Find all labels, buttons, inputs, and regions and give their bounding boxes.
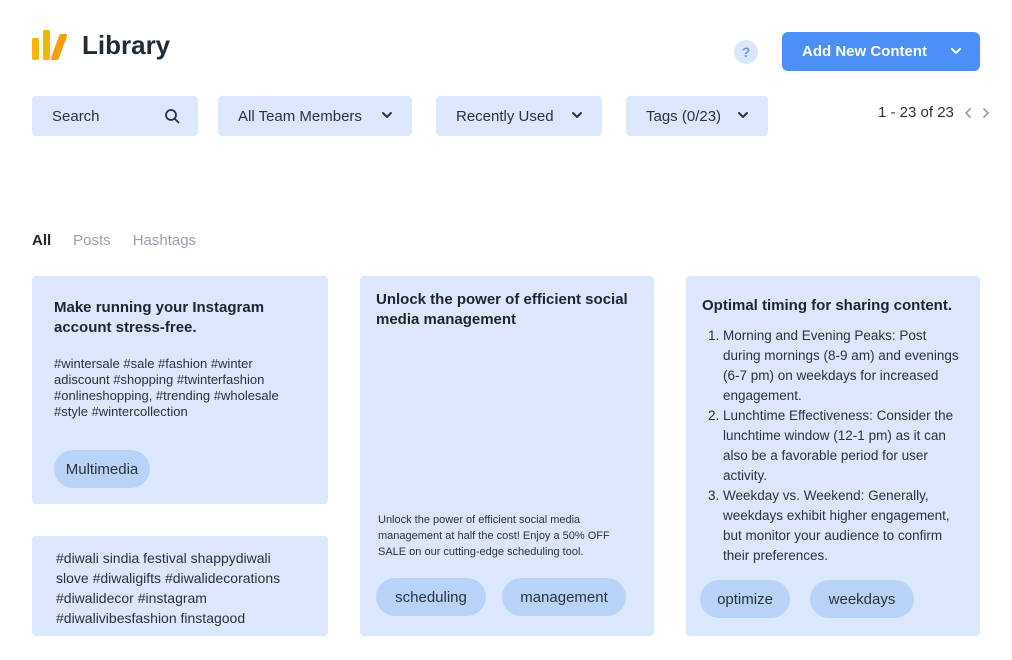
search-input[interactable]: Search: [32, 96, 198, 136]
list-item: Weekday vs. Weekend: Generally, weekdays…: [723, 486, 964, 566]
add-new-content-label: Add New Content: [802, 43, 927, 60]
list-item: Lunchtime Effectiveness: Consider the lu…: [723, 406, 964, 486]
add-new-content-button[interactable]: Add New Content: [782, 32, 980, 71]
library-logo-icon: [32, 30, 68, 60]
tags-dropdown[interactable]: Tags (0/23): [626, 96, 768, 136]
tag-pill[interactable]: weekdays: [810, 580, 914, 618]
tag-pill[interactable]: Multimedia: [54, 450, 150, 488]
timing-list: Morning and Evening Peaks: Post during m…: [702, 326, 964, 566]
content-card[interactable]: Make running your Instagram account stre…: [32, 276, 328, 504]
content-card[interactable]: Optimal timing for sharing content. Morn…: [686, 276, 980, 636]
sort-label: Recently Used: [456, 107, 554, 125]
card-title: Make running your Instagram account stre…: [54, 299, 265, 336]
tag-pill[interactable]: optimize: [700, 580, 790, 618]
chevron-down-icon: [572, 112, 582, 118]
chevron-down-icon: [951, 48, 961, 54]
content-tabs: All Posts Hashtags: [32, 232, 218, 249]
content-card[interactable]: #diwali sindia festival shappydiwali slo…: [32, 536, 328, 636]
team-members-label: All Team Members: [238, 107, 362, 125]
sort-dropdown[interactable]: Recently Used: [436, 96, 602, 136]
card-title: Optimal timing for sharing content.: [702, 297, 953, 314]
chevron-down-icon: [382, 112, 392, 118]
help-icon: ?: [741, 44, 751, 60]
chevron-down-icon: [738, 112, 748, 118]
help-button[interactable]: ?: [734, 40, 758, 64]
tab-hashtags[interactable]: Hashtags: [133, 232, 196, 249]
tag-pill[interactable]: management: [502, 578, 626, 616]
chevron-right-icon[interactable]: [982, 107, 990, 119]
search-icon: [165, 109, 180, 124]
chevron-left-icon[interactable]: [964, 107, 972, 119]
content-card[interactable]: Unlock the power of efficient social med…: [360, 276, 654, 636]
tab-all[interactable]: All: [32, 232, 51, 249]
card-body: Unlock the power of efficient social med…: [378, 514, 610, 558]
search-placeholder: Search: [52, 107, 100, 125]
tag-pill[interactable]: scheduling: [376, 578, 486, 616]
card-title: Unlock the power of efficient social med…: [376, 291, 628, 328]
tab-posts[interactable]: Posts: [73, 232, 111, 249]
page-title: Library: [82, 30, 171, 60]
pagination-label: 1 - 23 of 23: [878, 104, 954, 121]
card-body: #wintersale #sale #fashion #winter adisc…: [54, 356, 279, 419]
pagination: 1 - 23 of 23: [878, 104, 990, 121]
card-body: #diwali sindia festival shappydiwali slo…: [56, 550, 281, 626]
team-members-dropdown[interactable]: All Team Members: [218, 96, 412, 136]
list-item: Morning and Evening Peaks: Post during m…: [723, 326, 964, 406]
tags-label: Tags (0/23): [646, 107, 722, 125]
